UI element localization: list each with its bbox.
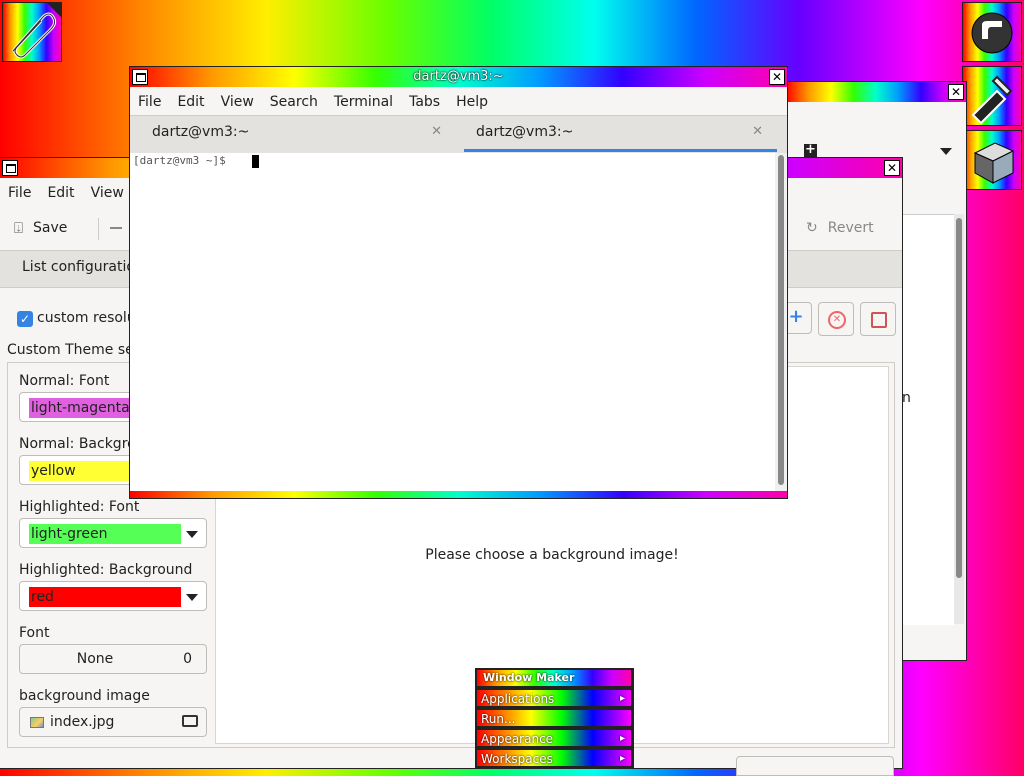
wm-item-label: Run... [481, 712, 516, 726]
hl-font-select[interactable]: light-green [19, 518, 207, 548]
normal-bg-label: Normal: Backgro [19, 436, 136, 452]
tabs-dropdown-icon[interactable] [940, 148, 952, 155]
custom-checkbox-label: custom resolu [37, 310, 136, 326]
custom-checkbox[interactable]: ✓ [17, 311, 33, 327]
revert-icon: ↻ [806, 220, 818, 236]
settings-tool-icon[interactable] [962, 66, 1022, 126]
hl-bg-swatch: red [29, 587, 181, 607]
menu-file[interactable]: File [0, 185, 39, 201]
minus-icon[interactable] [110, 227, 122, 229]
chevron-down-icon [186, 531, 198, 538]
bottom-button[interactable] [736, 756, 894, 776]
minimize-icon[interactable] [2, 160, 18, 176]
terminal-cursor [252, 155, 259, 168]
image-file-icon [30, 717, 44, 728]
terminal-scrollbar[interactable] [775, 153, 787, 491]
desktop: { "desktop": { "colors": {"accent": "#35… [0, 0, 1024, 776]
menu-view[interactable]: View [83, 185, 132, 201]
wm-menu-title-text: Window Maker [483, 671, 575, 684]
hl-bg-select[interactable]: red [19, 581, 207, 611]
submenu-arrow-icon: ▸ [619, 693, 625, 704]
wm-root-menu[interactable]: Window Maker Applications ▸ Run... Appear… [475, 668, 634, 768]
remove-item-button[interactable]: ✕ [818, 302, 854, 336]
clear-item-button[interactable] [860, 302, 896, 336]
back-window-titlebar[interactable] [786, 82, 966, 102]
bg-image-filename: index.jpg [50, 714, 115, 730]
tab-1-label: dartz@vm3:~ [152, 124, 250, 140]
tab-2[interactable]: dartz@vm3:~ ✕ [464, 116, 777, 152]
menu-search[interactable]: Search [262, 94, 326, 110]
terminal-prompt: [dartz@vm3 ~]$ [133, 154, 226, 167]
wm-menu-run[interactable]: Run... [477, 710, 631, 728]
wm-menu-applications[interactable]: Applications ▸ [477, 690, 631, 708]
wm-menu-workspaces[interactable]: Workspaces ▸ [477, 750, 631, 768]
back-scrollbar[interactable] [954, 214, 964, 624]
menu-edit[interactable]: Edit [39, 185, 82, 201]
chevron-down-icon [186, 594, 198, 601]
terminal-title: dartz@vm3:~ [413, 69, 504, 84]
terminal-menubar: File Edit View Search Terminal Tabs Help [130, 89, 787, 115]
menu-tabs[interactable]: Tabs [401, 94, 448, 110]
hl-bg-label: Highlighted: Background [19, 562, 193, 578]
save-label: Save [33, 220, 68, 236]
remove-icon: ✕ [828, 311, 846, 329]
close-icon[interactable]: ✕ [948, 84, 964, 100]
submenu-arrow-icon: ▸ [619, 753, 625, 764]
font-name: None [76, 651, 114, 667]
tab-2-label: dartz@vm3:~ [476, 124, 574, 140]
back-window-text: n [902, 390, 911, 406]
bg-image-chooser[interactable]: index.jpg [19, 707, 207, 737]
font-label: Font [19, 625, 50, 641]
menu-terminal[interactable]: Terminal [326, 94, 401, 110]
revert-button[interactable]: ↻ Revert [800, 214, 880, 242]
wm-logo-icon[interactable] [962, 2, 1022, 62]
wm-item-label: Appearance [481, 732, 554, 746]
cube-icon[interactable] [962, 130, 1022, 190]
folder-open-icon [182, 715, 198, 727]
font-button[interactable]: None 0 [19, 644, 207, 674]
tab-1[interactable]: dartz@vm3:~ ✕ [132, 116, 452, 152]
clear-icon [871, 312, 887, 328]
terminal-bottom-border [130, 491, 787, 498]
minimize-icon[interactable] [132, 69, 148, 85]
terminal-titlebar[interactable]: dartz@vm3:~ [130, 67, 787, 87]
menu-view[interactable]: View [213, 94, 262, 110]
preview-message: Please choose a background image! [425, 547, 679, 563]
bg-image-label: background image [19, 688, 150, 704]
menu-edit[interactable]: Edit [169, 94, 212, 110]
save-icon: ⍗ [14, 219, 24, 237]
terminal-window[interactable]: dartz@vm3:~ ✕ File Edit View Search Term… [130, 67, 787, 498]
tab-list-configuration[interactable]: List configuration [22, 259, 144, 275]
terminal-content[interactable]: [dartz@vm3 ~]$ [130, 153, 775, 491]
normal-font-label: Normal: Font [19, 373, 110, 389]
hl-font-swatch: light-green [29, 524, 181, 544]
wm-menu-appearance[interactable]: Appearance ▸ [477, 730, 631, 748]
paperclip-icon [11, 3, 61, 59]
wm-menu-title[interactable]: Window Maker [477, 670, 631, 686]
clip-icon[interactable] [2, 2, 62, 62]
close-icon[interactable]: ✕ [884, 160, 900, 176]
save-button[interactable]: ⍗ Save [8, 214, 73, 242]
close-icon[interactable]: ✕ [752, 124, 763, 139]
submenu-arrow-icon: ▸ [619, 733, 625, 744]
revert-label: Revert [827, 220, 874, 236]
add-tab-icon[interactable]: + [804, 143, 817, 157]
close-icon[interactable]: ✕ [431, 124, 442, 139]
close-icon[interactable]: ✕ [769, 69, 785, 85]
wm-item-label: Workspaces [481, 752, 553, 766]
hl-font-label: Highlighted: Font [19, 499, 140, 515]
menu-help[interactable]: Help [448, 94, 496, 110]
font-size-value: 0 [183, 651, 192, 667]
menu-file[interactable]: File [130, 94, 169, 110]
section-label: Custom Theme set [7, 342, 140, 358]
wm-item-label: Applications [481, 692, 555, 706]
toolbar-separator [98, 218, 99, 240]
